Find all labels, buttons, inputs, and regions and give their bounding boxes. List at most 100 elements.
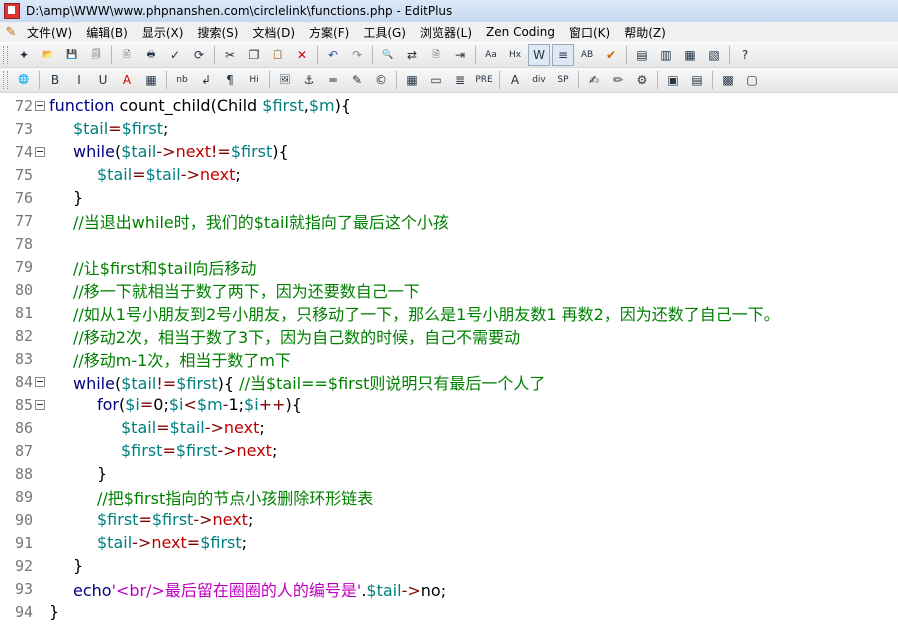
code-line[interactable]: 81 //如从1号小朋友到2号小朋友，只移动了一下，那么是1号小朋友数1 再数2，… bbox=[0, 301, 898, 324]
delete-icon[interactable]: ✕ bbox=[291, 44, 313, 66]
app-icon-2[interactable]: ▢ bbox=[741, 69, 763, 91]
toolbar-grip[interactable] bbox=[3, 71, 8, 89]
underline-icon[interactable]: U bbox=[92, 69, 114, 91]
special-char-icon[interactable]: © bbox=[370, 69, 392, 91]
code-line[interactable]: 87 $first=$first->next; bbox=[0, 439, 898, 462]
view-icon-1[interactable]: ▤ bbox=[631, 44, 653, 66]
menu-item[interactable]: 浏览器(L) bbox=[413, 24, 479, 41]
find-icon[interactable]: 🔍 bbox=[377, 44, 399, 66]
find-in-files-icon[interactable]: 🗎 bbox=[425, 44, 447, 66]
tools-icon[interactable]: ⚙ bbox=[631, 69, 653, 91]
print-preview-icon[interactable]: 🖹 bbox=[116, 44, 138, 66]
replace-icon[interactable]: ⇄ bbox=[401, 44, 423, 66]
edit-tag-icon[interactable]: ✍ bbox=[583, 69, 605, 91]
save-all-icon[interactable]: 🗐 bbox=[85, 44, 107, 66]
goto-line-icon[interactable]: ⇥ bbox=[449, 44, 471, 66]
menu-item[interactable]: 编辑(B) bbox=[79, 24, 135, 41]
highlight-icon[interactable]: ✏ bbox=[607, 69, 629, 91]
ruler-icon[interactable]: AB bbox=[576, 44, 598, 66]
line-number-icon[interactable]: ≡ bbox=[552, 44, 574, 66]
font-icon[interactable]: Aa bbox=[480, 44, 502, 66]
view-icon-4[interactable]: ▧ bbox=[703, 44, 725, 66]
color-picker-icon[interactable]: ▦ bbox=[140, 69, 162, 91]
menu-item[interactable]: 文件(W) bbox=[20, 24, 79, 41]
menu-item[interactable]: 搜索(S) bbox=[190, 24, 245, 41]
code-line[interactable]: 88} bbox=[0, 462, 898, 485]
toolbar-grip[interactable] bbox=[3, 46, 8, 64]
menu-item[interactable]: 文档(D) bbox=[245, 24, 302, 41]
code-line[interactable]: 92} bbox=[0, 554, 898, 577]
code-line[interactable]: 90 $first=$first->next; bbox=[0, 508, 898, 531]
menu-item[interactable]: 显示(X) bbox=[135, 24, 191, 41]
cut-icon[interactable]: ✂ bbox=[219, 44, 241, 66]
code-editor[interactable]: 72 function count_child(Child $first,$m){… bbox=[0, 94, 898, 627]
view-icon-3[interactable]: ▦ bbox=[679, 44, 701, 66]
font-color-icon[interactable]: A bbox=[116, 69, 138, 91]
code-line[interactable]: 77 //当退出while时，我们的$tail就指向了最后这个小孩 bbox=[0, 209, 898, 232]
fold-collapse-icon[interactable] bbox=[33, 145, 47, 159]
open-file-icon[interactable]: 📂 bbox=[37, 44, 59, 66]
minus-box-icon[interactable] bbox=[35, 376, 45, 387]
div-icon[interactable]: div bbox=[528, 69, 550, 91]
center-icon[interactable]: ≣ bbox=[449, 69, 471, 91]
code-line[interactable]: 84 while($tail!=$first){ //当$tail==$first… bbox=[0, 370, 898, 393]
menu-item[interactable]: 工具(G) bbox=[356, 24, 413, 41]
window-icon-1[interactable]: ▣ bbox=[662, 69, 684, 91]
code-line[interactable]: 82 //移动2次，相当于数了3下，因为自己数的时候，自己不需要动 bbox=[0, 324, 898, 347]
menu-item[interactable]: Zen Coding bbox=[479, 25, 562, 39]
app-icon-1[interactable]: ▩ bbox=[717, 69, 739, 91]
print-icon[interactable]: 🖶 bbox=[140, 44, 162, 66]
redo-icon[interactable]: ↷ bbox=[346, 44, 368, 66]
line-break-icon[interactable]: ↲ bbox=[195, 69, 217, 91]
undo-icon[interactable]: ↶ bbox=[322, 44, 344, 66]
paste-icon[interactable]: 📋 bbox=[267, 44, 289, 66]
minus-box-icon[interactable] bbox=[35, 399, 45, 410]
save-icon[interactable]: 💾 bbox=[61, 44, 83, 66]
new-file-icon[interactable]: ✦ bbox=[13, 44, 35, 66]
code-line[interactable]: 78 bbox=[0, 232, 898, 255]
browser-icon[interactable]: 🌐 bbox=[13, 69, 35, 91]
span-icon[interactable]: SP bbox=[552, 69, 574, 91]
pre-icon[interactable]: PRE bbox=[473, 69, 495, 91]
code-line[interactable]: 94} bbox=[0, 600, 898, 623]
refresh-icon[interactable]: ⟳ bbox=[188, 44, 210, 66]
heading-icon[interactable]: Hi bbox=[243, 69, 265, 91]
minus-box-icon[interactable] bbox=[35, 100, 45, 111]
view-icon-2[interactable]: ▥ bbox=[655, 44, 677, 66]
code-line[interactable]: 75 $tail=$tail->next; bbox=[0, 163, 898, 186]
spell-check-icon[interactable]: ✓ bbox=[164, 44, 186, 66]
paragraph-icon[interactable]: ¶ bbox=[219, 69, 241, 91]
table-icon[interactable]: ▦ bbox=[401, 69, 423, 91]
code-line[interactable]: 93 echo'<br/>最后留在圈圈的人的编号是'.$tail->no; bbox=[0, 577, 898, 600]
code-line[interactable]: 86 $tail=$tail->next; bbox=[0, 416, 898, 439]
italic-icon[interactable]: I bbox=[68, 69, 90, 91]
minus-box-icon[interactable] bbox=[35, 146, 45, 157]
code-line[interactable]: 83 //移动m-1次，相当于数了m下 bbox=[0, 347, 898, 370]
code-line[interactable]: 91 $tail->next=$first; bbox=[0, 531, 898, 554]
code-line[interactable]: 76} bbox=[0, 186, 898, 209]
bold-icon[interactable]: B bbox=[44, 69, 66, 91]
hex-icon[interactable]: Hx bbox=[504, 44, 526, 66]
hr-icon[interactable]: ═ bbox=[322, 69, 344, 91]
code-line[interactable]: 85 for($i=0;$i<$m-1;$i++){ bbox=[0, 393, 898, 416]
form-icon[interactable]: ▭ bbox=[425, 69, 447, 91]
nbsp-icon[interactable]: nb bbox=[171, 69, 193, 91]
code-line[interactable]: 73 $tail=$first; bbox=[0, 117, 898, 140]
code-line[interactable]: 72 function count_child(Child $first,$m){ bbox=[0, 94, 898, 117]
comment-icon[interactable]: ✎ bbox=[346, 69, 368, 91]
word-wrap-icon[interactable]: W bbox=[528, 44, 550, 66]
menu-item[interactable]: 帮助(Z) bbox=[617, 24, 673, 41]
help-icon[interactable]: ? bbox=[734, 44, 756, 66]
window-icon-2[interactable]: ▤ bbox=[686, 69, 708, 91]
fold-collapse-icon[interactable] bbox=[33, 99, 47, 113]
code-line[interactable]: 89 //把$first指向的节点小孩删除环形链表 bbox=[0, 485, 898, 508]
check-icon[interactable]: ✔ bbox=[600, 44, 622, 66]
anchor-icon[interactable]: ⚓ bbox=[298, 69, 320, 91]
fold-collapse-icon[interactable] bbox=[33, 398, 47, 412]
code-line[interactable]: 80 //移一下就相当于数了两下，因为还要数自己一下 bbox=[0, 278, 898, 301]
code-line[interactable]: 79 //让$first和$tail向后移动 bbox=[0, 255, 898, 278]
code-line[interactable]: 74 while($tail->next!=$first){ bbox=[0, 140, 898, 163]
menu-item[interactable]: 窗口(K) bbox=[562, 24, 617, 41]
copy-icon[interactable]: ❐ bbox=[243, 44, 265, 66]
fold-collapse-icon[interactable] bbox=[33, 375, 47, 389]
